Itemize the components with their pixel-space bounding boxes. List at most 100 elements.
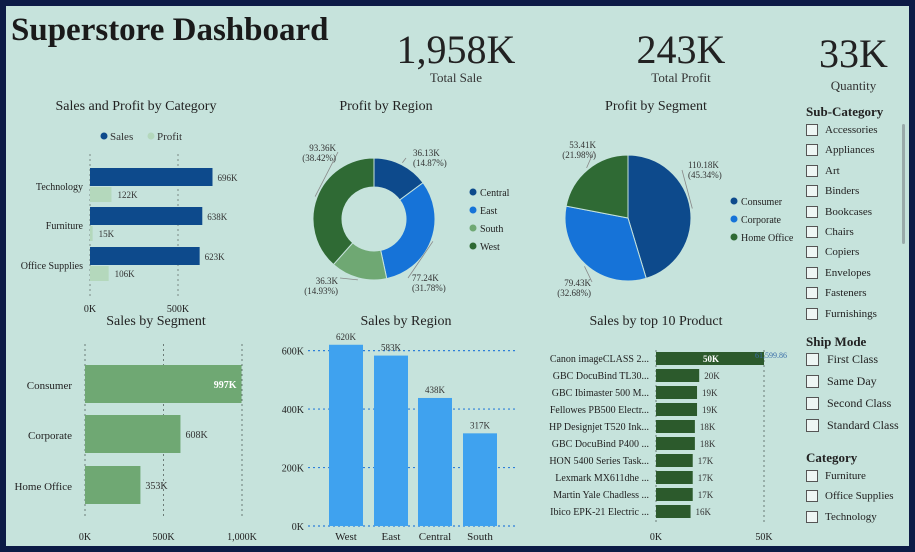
sales-data-label: 623K	[205, 252, 226, 262]
product-bar	[656, 471, 693, 484]
x-tick-label: 500K	[152, 532, 175, 543]
data-label: 17K	[698, 473, 714, 483]
checkbox[interactable]	[806, 164, 818, 177]
checkbox[interactable]	[806, 307, 818, 320]
slice-pct-label: (32.68%)	[557, 288, 591, 298]
product-bar	[656, 437, 695, 450]
product-bar	[656, 488, 693, 501]
slicer-option[interactable]: Accessories	[806, 124, 878, 136]
checkbox[interactable]	[806, 490, 818, 503]
legend-label: Profit	[157, 131, 182, 143]
slice-value-label: 110.18K	[688, 160, 719, 170]
slicer-option[interactable]: Standard Class	[806, 418, 899, 433]
legend-marker	[730, 197, 738, 205]
kpi-total-sale-value: 1,958K	[396, 27, 516, 72]
slice-value-label: 36.13K	[413, 148, 440, 158]
slicer-option[interactable]: Furniture	[806, 470, 866, 482]
data-label: 997K	[214, 380, 237, 391]
chart-title-top-products: Sales by top 10 Product	[589, 314, 723, 329]
legend-label: Consumer	[741, 197, 783, 208]
data-label: 16K	[696, 507, 712, 517]
profit-data-label: 15K	[99, 229, 115, 239]
data-label: 17K	[698, 490, 714, 500]
checkbox[interactable]	[806, 375, 819, 388]
category-label: Central	[419, 531, 451, 543]
reference-line-label: 61,599.86	[755, 351, 787, 360]
kpi-total-sale-label: Total Sale	[429, 70, 483, 85]
x-tick-label: 50K	[755, 532, 773, 543]
checkbox[interactable]	[806, 470, 818, 482]
shipmode-slicer: Ship Mode First Class Same Day Second Clas…	[806, 334, 906, 444]
subcategory-slicer-title: Sub-Category	[806, 104, 884, 119]
slicer-option[interactable]: Bookcases	[806, 205, 872, 218]
checkbox[interactable]	[806, 226, 818, 238]
kpi-quantity-label: Quantity	[830, 78, 877, 93]
sales-segment-bar	[85, 466, 141, 504]
product-label: GBC DocuBind P400 ...	[552, 439, 649, 450]
sales-region-bar-chart: 0K 200K 400K 600K 620K West 583K East 438K Centra…	[282, 332, 516, 543]
region-bar	[374, 355, 408, 526]
legend-label: East	[480, 206, 497, 217]
data-label: 608K	[185, 430, 208, 441]
checkbox[interactable]	[806, 287, 818, 300]
slicer-option[interactable]: Technology	[806, 510, 877, 523]
legend-marker	[469, 242, 477, 250]
checkbox[interactable]	[806, 246, 818, 259]
kpi-quantity-value: 33K	[819, 31, 888, 76]
region-bar	[418, 397, 452, 526]
data-label: 17K	[698, 456, 714, 466]
data-label: 19K	[702, 405, 718, 415]
sales-data-label: 638K	[207, 212, 228, 222]
slicer-scrollbar[interactable]	[902, 124, 905, 244]
checkbox[interactable]	[806, 419, 819, 432]
slicer-option[interactable]: Envelopes	[806, 266, 871, 279]
slicer-option[interactable]: Furnishings	[806, 307, 877, 320]
checkbox[interactable]	[806, 266, 818, 279]
slicer-option-label: Appliances	[825, 144, 875, 157]
slicer-option[interactable]: First Class	[806, 352, 878, 367]
category-label: Furniture	[46, 221, 84, 232]
slicer-option[interactable]: Art	[806, 164, 840, 177]
checkbox[interactable]	[806, 124, 818, 136]
data-label: 18K	[700, 439, 716, 449]
dashboard-title: Superstore Dashboard	[11, 12, 329, 48]
chart-title-sales-segment: Sales by Segment	[106, 314, 206, 329]
slicer-option-label: Standard Class	[827, 418, 899, 432]
product-label: GBC Ibimaster 500 M...	[552, 388, 649, 399]
slicer-option-label: Office Supplies	[825, 490, 894, 503]
kpi-quantity: 33K Quantity	[801, 34, 906, 94]
checkbox[interactable]	[806, 205, 818, 218]
category-slicer-title: Category	[806, 450, 858, 465]
slicer-option[interactable]: Chairs	[806, 226, 854, 238]
kpi-total-profit-value: 243K	[636, 27, 726, 72]
product-bar	[656, 369, 700, 382]
checkbox[interactable]	[806, 510, 818, 523]
checkbox[interactable]	[806, 353, 819, 366]
data-label: 19K	[702, 388, 718, 398]
legend-marker	[147, 132, 155, 140]
slicer-option-label: Art	[825, 164, 840, 177]
slicer-option[interactable]: Office Supplies	[806, 490, 894, 503]
slicer-option[interactable]: Binders	[806, 185, 859, 198]
slicer-option-label: Furniture	[825, 470, 866, 482]
y-tick-label: 0K	[292, 522, 305, 533]
slicer-option[interactable]: Copiers	[806, 246, 859, 259]
region-bar	[463, 433, 497, 526]
slicer-option[interactable]: Second Class	[806, 396, 891, 411]
pie-slice	[380, 182, 436, 280]
y-tick-label: 400K	[282, 405, 305, 416]
checkbox[interactable]	[806, 144, 818, 157]
category-label: Corporate	[28, 430, 72, 442]
product-label: Lexmark MX611dhe ...	[555, 473, 649, 484]
shipmode-slicer-title: Ship Mode	[806, 334, 867, 349]
slicer-option[interactable]: Fasteners	[806, 287, 867, 300]
legend-label: Central	[480, 188, 510, 199]
slicer-option[interactable]: Same Day	[806, 374, 877, 389]
y-tick-label: 200K	[282, 464, 305, 475]
product-label: HP Designjet T520 Ink...	[549, 422, 649, 433]
profit-bar	[90, 187, 112, 202]
slicer-option[interactable]: Appliances	[806, 144, 875, 157]
checkbox[interactable]	[806, 397, 819, 410]
checkbox[interactable]	[806, 185, 818, 198]
data-label: 620K	[336, 332, 357, 342]
